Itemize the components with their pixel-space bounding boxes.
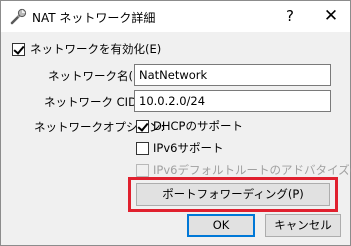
cancel-button[interactable]: キャンセル: [265, 214, 341, 237]
ipv6-default-route-checkbox: [136, 164, 149, 177]
ipv6-checkbox[interactable]: [136, 142, 149, 155]
ok-button[interactable]: OK: [187, 214, 255, 237]
ipv6-label[interactable]: IPv6サポート: [153, 140, 223, 156]
network-cidr-label: ネットワーク CIDR:: [44, 95, 149, 109]
wrench-icon: [9, 8, 27, 26]
dhcp-label[interactable]: DHCPのサポート: [153, 118, 243, 134]
title-bar: NAT ネットワーク詳細 ? ✕: [1, 1, 350, 32]
enable-network-label[interactable]: ネットワークを有効化(E): [30, 41, 161, 57]
highlight-box: [128, 177, 338, 212]
nat-network-details-dialog: NAT ネットワーク詳細 ? ✕ ネットワークを有効化(E) ネットワーク名(N…: [0, 0, 351, 246]
dhcp-checkbox[interactable]: [136, 120, 149, 133]
window-title: NAT ネットワーク詳細: [32, 11, 156, 25]
network-name-input[interactable]: NatNetwork: [134, 64, 331, 86]
ipv6-default-route-label: IPv6デフォルトルートのアドバタイズ(R): [153, 163, 351, 177]
network-cidr-input[interactable]: 10.0.2.0/24: [134, 90, 331, 112]
close-icon[interactable]: ✕: [317, 4, 345, 28]
help-icon[interactable]: ?: [275, 4, 305, 28]
enable-network-checkbox[interactable]: [12, 43, 25, 56]
